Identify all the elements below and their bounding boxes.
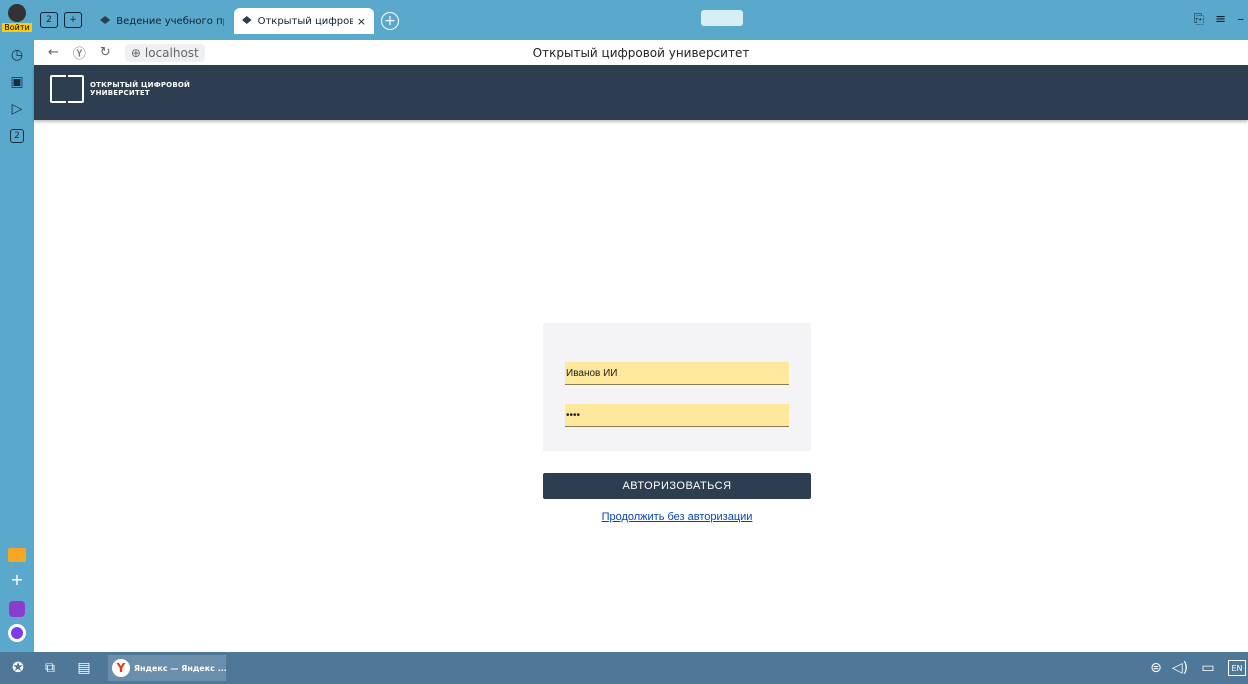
- play-icon[interactable]: ▷: [4, 98, 30, 120]
- messenger-icon[interactable]: [4, 598, 30, 620]
- window-drag-handle[interactable]: [701, 10, 743, 26]
- site-favicon-icon: [100, 16, 111, 24]
- login-label: Войти: [2, 23, 32, 32]
- tab-bar: 2 + Ведение учебного проц Открытый цифро…: [34, 0, 1248, 40]
- network-icon[interactable]: ⊜: [1146, 659, 1166, 677]
- mail-icon[interactable]: [4, 544, 30, 566]
- tab-open-digital-university[interactable]: Открытый цифровой у ×: [234, 8, 374, 34]
- site-favicon-icon: [242, 16, 252, 24]
- taskbar-yandex-task[interactable]: Y Яндекс — Яндекс ...: [108, 655, 226, 681]
- login-field[interactable]: [565, 362, 789, 385]
- password-field[interactable]: [565, 404, 789, 427]
- avatar: [8, 4, 26, 22]
- site-header: ОТКРЫТЫЙ ЦИФРОВОЙ УНИВЕРСИТЕТ: [34, 65, 1248, 120]
- browser-sidebar: Войти ◷ ▣ ▷ 2 +: [0, 0, 34, 652]
- keyboard-layout-indicator[interactable]: EN: [1228, 660, 1246, 676]
- desktop-switch-icon[interactable]: ⧉: [40, 659, 60, 677]
- alice-icon[interactable]: [4, 622, 30, 644]
- authorize-button[interactable]: АВТОРИЗОВАТЬСЯ: [543, 473, 811, 499]
- new-window-icon[interactable]: +: [64, 12, 82, 28]
- tabs-count-icon[interactable]: 2: [40, 12, 58, 28]
- logo-line2: УНИВЕРСИТЕТ: [90, 89, 150, 97]
- minimize-icon[interactable]: –: [1238, 12, 1245, 27]
- add-panel-icon[interactable]: +: [4, 568, 30, 590]
- continue-without-auth-link[interactable]: Продолжить без авторизации: [543, 511, 811, 523]
- history-icon[interactable]: ◷: [4, 44, 30, 66]
- sidebar-counter-badge[interactable]: 2: [4, 125, 30, 147]
- logo-line1: ОТКРЫТЫЙ ЦИФРОВОЙ: [90, 81, 191, 89]
- display-icon[interactable]: ▭: [1198, 659, 1218, 677]
- start-menu-icon[interactable]: ✪: [8, 659, 28, 677]
- address-bar: ← Ⓨ ↻ ⊕ localhost Открытый цифровой унив…: [34, 40, 1248, 65]
- login-profile-button[interactable]: Войти: [2, 2, 32, 36]
- volume-icon[interactable]: ◁): [1170, 659, 1190, 677]
- os-taskbar: ✪ ⧉ ▤ Y Яндекс — Яндекс ... ⊜ ◁) ▭ EN: [0, 652, 1248, 684]
- collections-icon[interactable]: ▣: [4, 71, 30, 93]
- site-logo[interactable]: ОТКРЫТЫЙ ЦИФРОВОЙ УНИВЕРСИТЕТ: [50, 75, 200, 103]
- tab-education-process[interactable]: Ведение учебного проц: [92, 8, 232, 34]
- close-tab-icon[interactable]: ×: [357, 15, 366, 28]
- login-form: [543, 323, 811, 451]
- bookmark-icon[interactable]: ⎘: [1194, 12, 1204, 27]
- yandex-browser-icon: Y: [112, 659, 130, 677]
- file-manager-icon[interactable]: ▤: [74, 659, 94, 677]
- book-logo-icon: [50, 75, 84, 103]
- menu-icon[interactable]: ≡: [1215, 12, 1226, 27]
- page-title: Открытый цифровой университет: [532, 45, 750, 60]
- new-tab-button[interactable]: +: [381, 12, 399, 30]
